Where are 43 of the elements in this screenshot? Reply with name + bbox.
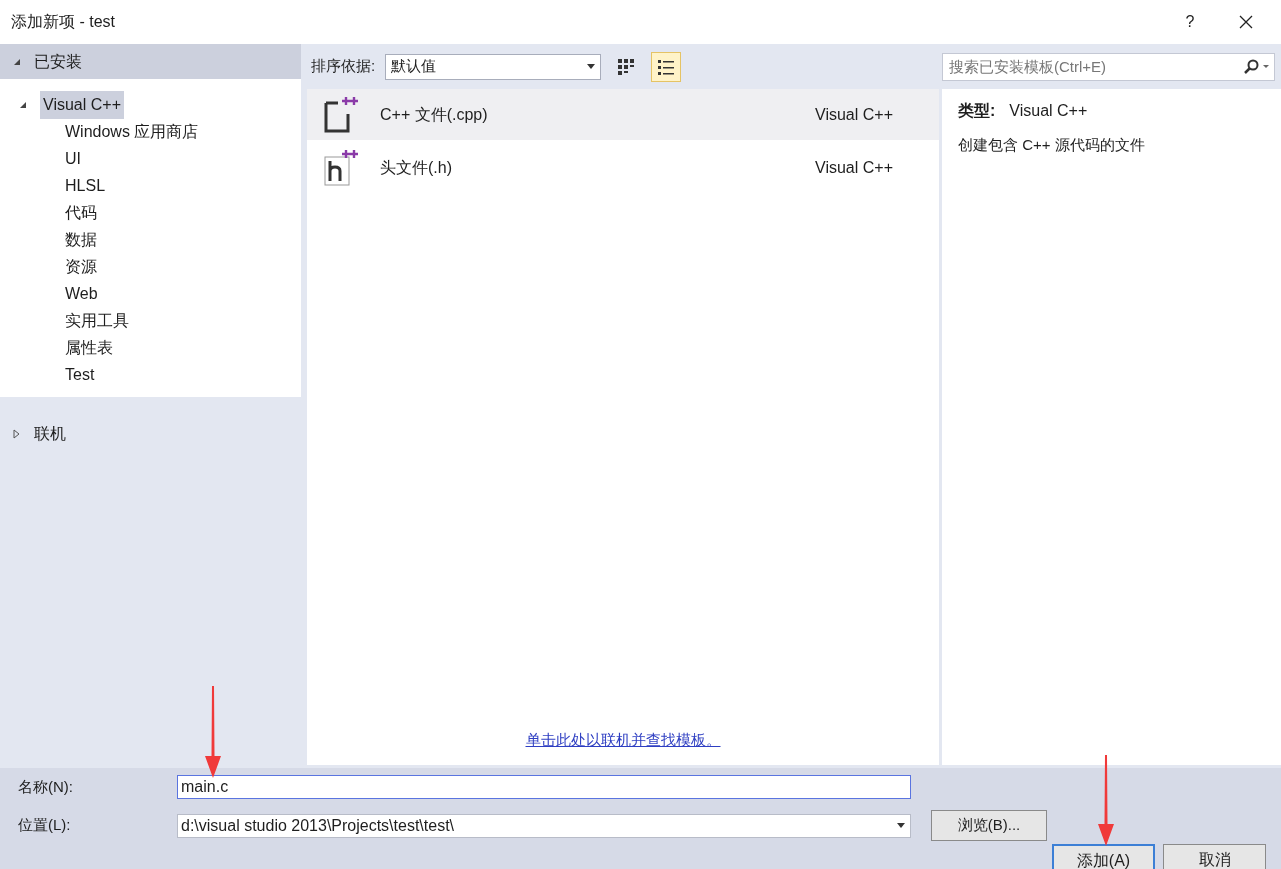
dropdown-arrow-icon bbox=[897, 823, 905, 828]
tree-header[interactable]: 已安装 bbox=[0, 44, 301, 79]
tree-item[interactable]: 资源 bbox=[65, 254, 97, 279]
tree-item[interactable]: Windows 应用商店 bbox=[65, 119, 199, 144]
list-view-icon[interactable] bbox=[651, 51, 682, 82]
template-language: Visual C++ bbox=[815, 157, 894, 178]
tree-item[interactable]: 实用工具 bbox=[65, 308, 129, 333]
tree-item[interactable]: HLSL bbox=[65, 173, 106, 198]
search-icon[interactable] bbox=[1243, 58, 1269, 75]
expand-arrow-icon[interactable] bbox=[12, 428, 22, 439]
add-button[interactable]: 添加(A) bbox=[1052, 844, 1155, 869]
type-value: Visual C++ bbox=[1009, 101, 1088, 121]
name-label: 名称(N): bbox=[17, 776, 74, 797]
tree-item[interactable]: Visual C++ bbox=[40, 90, 124, 119]
window-title: 添加新项 - test bbox=[10, 12, 116, 32]
tree-item[interactable]: 属性表 bbox=[65, 335, 113, 360]
tree-item[interactable]: 数据 bbox=[65, 227, 97, 252]
tree-item[interactable]: UI bbox=[65, 146, 81, 171]
location-dropdown[interactable]: d:\visual studio 2013\Projects\test\test\ bbox=[177, 813, 911, 838]
tree-item[interactable]: 代码 bbox=[65, 200, 97, 225]
dropdown-arrow-icon bbox=[587, 64, 596, 69]
tree-item[interactable]: 已安装 bbox=[34, 49, 82, 74]
name-field[interactable]: main.c bbox=[177, 775, 911, 799]
search-field[interactable]: 搜索已安装模板(Ctrl+E) bbox=[942, 52, 1275, 81]
template-language: Visual C++ bbox=[815, 104, 894, 125]
location-label: 位置(L): bbox=[17, 815, 72, 836]
tree-header[interactable]: 联机 bbox=[0, 416, 301, 451]
tree-item[interactable]: Web bbox=[65, 281, 98, 306]
sort-label: 排序依据: bbox=[310, 56, 376, 77]
type-label: 类型: bbox=[958, 101, 996, 121]
help-button[interactable]: ? bbox=[1175, 10, 1205, 34]
tree-item[interactable]: Test bbox=[65, 362, 95, 387]
sort-dropdown[interactable]: 默认值 bbox=[385, 53, 602, 80]
cpp-file-icon bbox=[322, 95, 358, 134]
template-row[interactable]: C++ 文件(.cpp) Visual C++ bbox=[307, 89, 939, 140]
tree-item[interactable]: 联机 bbox=[34, 421, 66, 446]
template-name: C++ 文件(.cpp) bbox=[380, 104, 489, 125]
template-name: 头文件(.h) bbox=[380, 157, 453, 178]
template-description: 创建包含 C++ 源代码的文件 bbox=[958, 135, 1146, 155]
header-file-icon bbox=[322, 148, 358, 187]
cancel-button[interactable]: 取消 bbox=[1163, 844, 1266, 869]
online-templates-link[interactable]: 单击此处以联机并查找模板。 bbox=[525, 728, 721, 751]
browse-button[interactable]: 浏览(B)... bbox=[931, 810, 1047, 841]
